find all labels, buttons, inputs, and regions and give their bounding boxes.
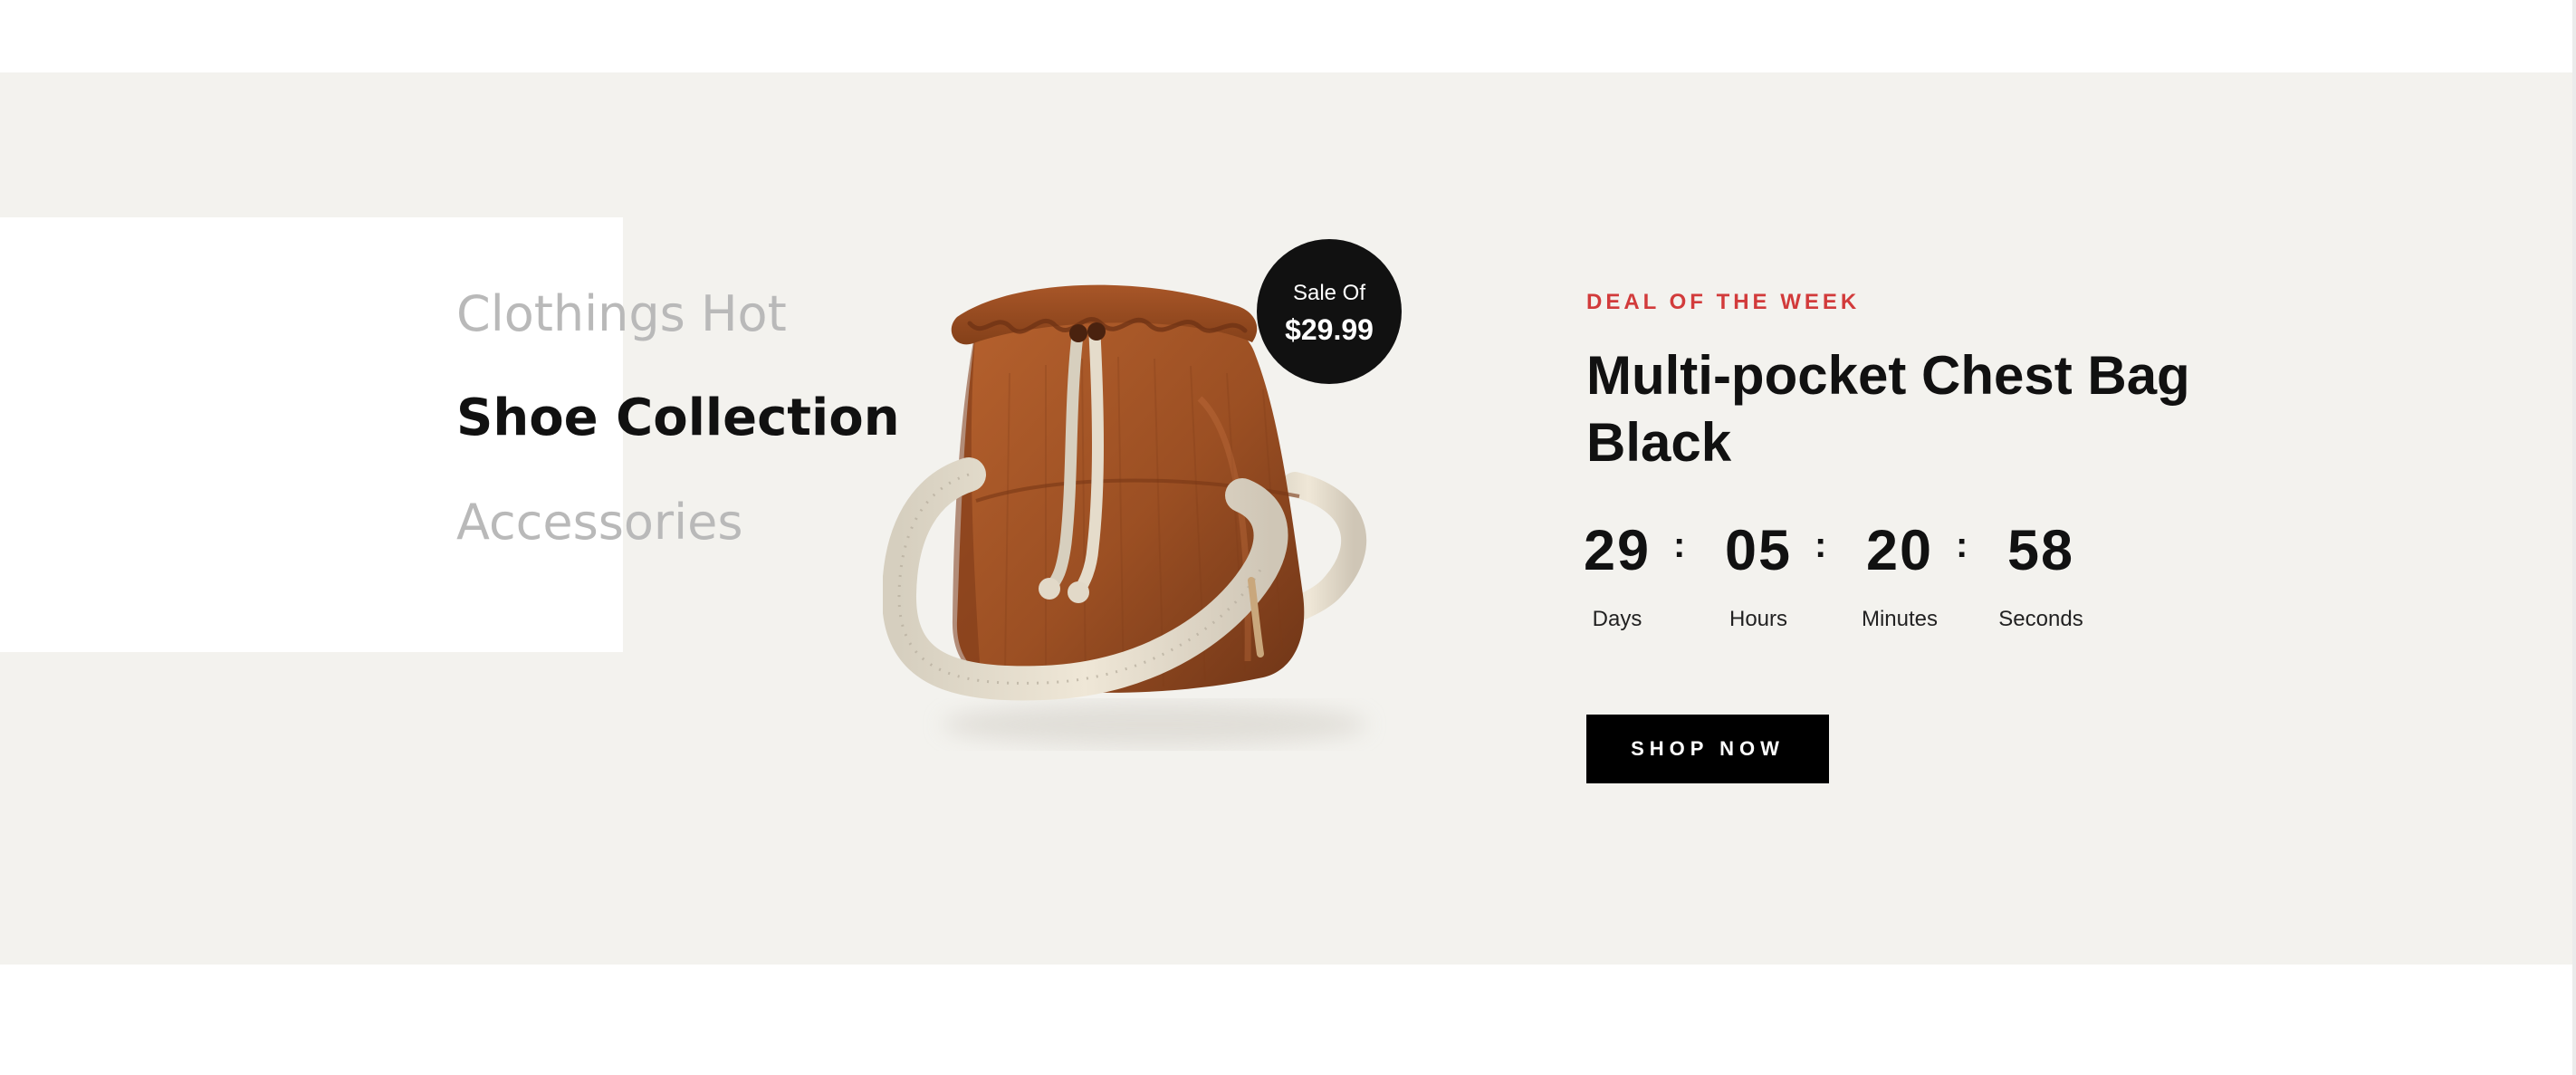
category-list: Clothings Hot Shoe Collection Accessorie…	[456, 290, 927, 547]
countdown-days: 29 Days	[1568, 518, 1666, 630]
sale-price: $29.99	[1285, 313, 1374, 346]
bag-shadow	[942, 703, 1367, 746]
category-accessories[interactable]: Accessories	[456, 498, 927, 547]
deal-countdown: 29 Days : 05 Hours : 20 Minutes : 58 Sec…	[1568, 518, 2093, 645]
countdown-seconds: 58 Seconds	[1992, 518, 2090, 630]
countdown-minutes-label: Minutes	[1861, 607, 1939, 631]
countdown-separator: :	[1815, 525, 1827, 565]
cord-knot-right	[1068, 581, 1089, 603]
countdown-days-label: Days	[1592, 607, 1642, 631]
countdown-seconds-value: 58	[2006, 519, 2075, 582]
shop-now-button[interactable]: SHOP NOW	[1586, 715, 1829, 783]
eyelet-right	[1087, 322, 1106, 341]
page: Clothings Hot Shoe Collection Accessorie…	[0, 0, 2576, 1075]
scrollbar-track[interactable]	[2572, 0, 2576, 1075]
countdown-separator: :	[1673, 525, 1686, 565]
countdown-days-value: 29	[1583, 519, 1652, 582]
sale-label: Sale Of	[1292, 281, 1366, 305]
eyelet-left	[1069, 324, 1087, 342]
sale-badge: Sale Of $29.99	[1257, 239, 1402, 384]
category-shoe-collection[interactable]: Shoe Collection	[456, 393, 927, 444]
countdown-minutes-value: 20	[1865, 519, 1934, 582]
countdown-separator: :	[1956, 525, 1968, 565]
cord-knot-left	[1039, 578, 1060, 600]
countdown-hours-value: 05	[1724, 519, 1793, 582]
countdown-hours: 05 Hours	[1709, 518, 1807, 630]
countdown-hours-label: Hours	[1729, 607, 1788, 631]
category-clothings-hot[interactable]: Clothings Hot	[456, 290, 927, 339]
countdown-seconds-label: Seconds	[1998, 607, 2083, 631]
product-title: Multi-pocket Chest Bag Black	[1586, 345, 2190, 473]
deal-kicker: DEAL OF THE WEEK	[1586, 290, 1861, 314]
countdown-minutes: 20 Minutes	[1851, 518, 1949, 630]
deal-info: DEAL OF THE WEEK Multi-pocket Chest Bag …	[1586, 290, 2220, 513]
